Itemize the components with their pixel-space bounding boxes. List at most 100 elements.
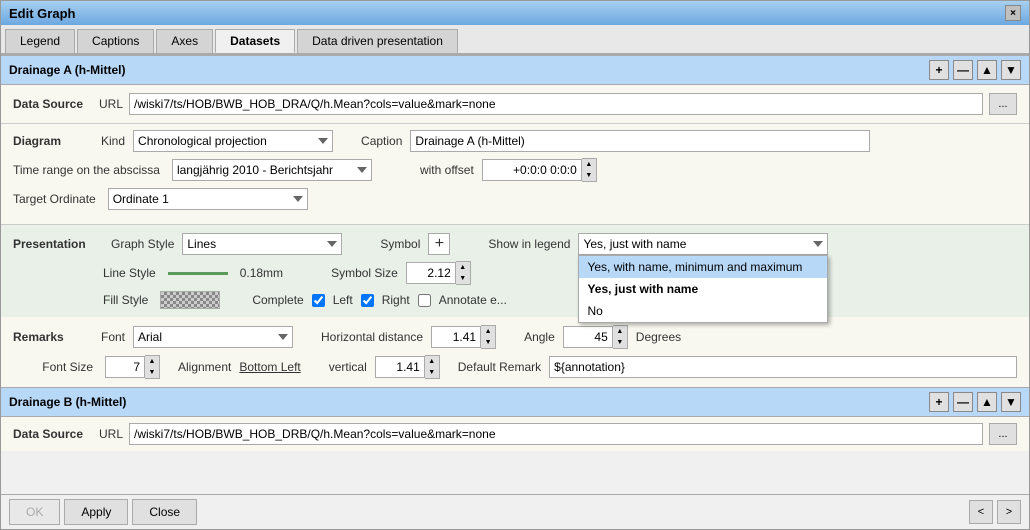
- section2-add-button[interactable]: +: [929, 392, 949, 412]
- pres-row3: Fill Style Complete Left Right Annotate …: [103, 291, 1017, 309]
- horiz-dist-up[interactable]: ▲: [481, 326, 495, 337]
- with-offset-down[interactable]: ▼: [582, 170, 596, 181]
- with-offset-up[interactable]: ▲: [582, 159, 596, 170]
- main-content: Drainage A (h-Mittel) + — ▲ ▼ Data Sourc…: [1, 55, 1029, 494]
- time-range-label: Time range on the abscissa: [13, 163, 160, 177]
- url2-browse-button[interactable]: ...: [989, 423, 1017, 445]
- symbol-size-input[interactable]: [406, 262, 456, 284]
- right-checkbox[interactable]: [418, 294, 431, 307]
- tab-legend[interactable]: Legend: [5, 29, 75, 53]
- remarks-row1: Remarks Font Arial Horizontal distance ▲…: [13, 325, 1017, 349]
- time-range-dropdown[interactable]: langjährig 2010 - Berichtsjahr: [172, 159, 372, 181]
- complete-label: Complete: [252, 293, 303, 307]
- font-dropdown-wrap: Arial: [133, 326, 293, 348]
- section2-title: Drainage B (h-Mittel): [9, 395, 126, 409]
- graph-style-dropdown[interactable]: Lines: [182, 233, 342, 255]
- next-button[interactable]: >: [997, 500, 1021, 524]
- right-label: Right: [382, 293, 410, 307]
- section1-remove-button[interactable]: —: [953, 60, 973, 80]
- font-size-down[interactable]: ▼: [145, 367, 159, 378]
- angle-down[interactable]: ▼: [613, 337, 627, 348]
- font-size-up[interactable]: ▲: [145, 356, 159, 367]
- datasource-label: Data Source: [13, 97, 93, 111]
- symbol-size-up[interactable]: ▲: [456, 262, 470, 273]
- legend-option-1[interactable]: Yes, with name, minimum and maximum: [579, 256, 827, 278]
- pres-row2: Line Style 0.18mm Symbol Size ▲ ▼: [103, 261, 1017, 285]
- section2-up-button[interactable]: ▲: [977, 392, 997, 412]
- tab-captions[interactable]: Captions: [77, 29, 154, 53]
- show-in-legend-dropdown[interactable]: Yes, just with name: [578, 233, 828, 255]
- vertical-input[interactable]: [375, 356, 425, 378]
- kind-dropdown-wrap: Chronological projection: [133, 130, 333, 152]
- font-dropdown[interactable]: Arial: [133, 326, 293, 348]
- horiz-dist-down[interactable]: ▼: [481, 337, 495, 348]
- datasource-section: Data Source URL ...: [1, 85, 1029, 124]
- with-offset-input[interactable]: [482, 159, 582, 181]
- with-offset-label: with offset: [420, 163, 474, 177]
- close-window-button[interactable]: ×: [1005, 5, 1021, 21]
- prev-button[interactable]: <: [969, 500, 993, 524]
- apply-button[interactable]: Apply: [64, 499, 128, 525]
- tab-data-driven[interactable]: Data driven presentation: [297, 29, 458, 53]
- section1-add-button[interactable]: +: [929, 60, 949, 80]
- section2-remove-button[interactable]: —: [953, 392, 973, 412]
- horizontal-distance-spinner: ▲ ▼: [481, 325, 496, 349]
- default-remark-label: Default Remark: [458, 360, 541, 374]
- font-size-wrap: ▲ ▼: [105, 355, 160, 379]
- caption-dropdown[interactable]: Drainage A (h-Mittel): [410, 130, 870, 152]
- angle-up[interactable]: ▲: [613, 326, 627, 337]
- symbol-size-wrap: ▲ ▼: [406, 261, 471, 285]
- left-checkbox[interactable]: [361, 294, 374, 307]
- section1-header: Drainage A (h-Mittel) + — ▲ ▼: [1, 55, 1029, 85]
- target-ordinate-wrap: Ordinate 1: [108, 188, 308, 210]
- annotate-label: Annotate e...: [439, 293, 507, 307]
- line-style-label: Line Style: [103, 266, 156, 280]
- section1-actions: + — ▲ ▼: [929, 60, 1021, 80]
- vertical-down[interactable]: ▼: [425, 367, 439, 378]
- pres-row1: Presentation Graph Style Lines Symbol + …: [13, 233, 1017, 255]
- url2-input[interactable]: [129, 423, 983, 445]
- title-bar: Edit Graph ×: [1, 1, 1029, 25]
- diagram-row1: Diagram Kind Chronological projection Ca…: [13, 130, 1017, 152]
- default-remark-input[interactable]: [549, 356, 1017, 378]
- section2-down-button[interactable]: ▼: [1001, 392, 1021, 412]
- show-in-legend-label: Show in legend: [488, 237, 570, 251]
- fill-style-label: Fill Style: [103, 293, 148, 307]
- symbol-size-down[interactable]: ▼: [456, 273, 470, 284]
- line-preview: [168, 272, 228, 275]
- section2-actions: + — ▲ ▼: [929, 392, 1021, 412]
- font-size-input[interactable]: [105, 356, 145, 378]
- tab-axes[interactable]: Axes: [156, 29, 213, 53]
- tab-datasets[interactable]: Datasets: [215, 29, 295, 53]
- show-in-legend-wrap: Yes, just with name Yes, with name, mini…: [578, 233, 828, 255]
- horizontal-distance-input[interactable]: [431, 326, 481, 348]
- ok-button[interactable]: OK: [9, 499, 60, 525]
- legend-option-2[interactable]: Yes, just with name: [579, 278, 827, 300]
- symbol-size-spinner: ▲ ▼: [456, 261, 471, 285]
- complete-checkbox[interactable]: [312, 294, 325, 307]
- url-browse-button[interactable]: ...: [989, 93, 1017, 115]
- url-input[interactable]: [129, 93, 983, 115]
- section1-down-button[interactable]: ▼: [1001, 60, 1021, 80]
- url2-label: URL: [99, 427, 123, 441]
- section1-up-button[interactable]: ▲: [977, 60, 997, 80]
- symbol-button[interactable]: +: [428, 233, 450, 255]
- window-title: Edit Graph: [9, 6, 75, 21]
- bottom-left: OK Apply Close: [9, 499, 197, 525]
- angle-input[interactable]: [563, 326, 613, 348]
- angle-wrap: ▲ ▼: [563, 325, 628, 349]
- remarks-section: Remarks Font Arial Horizontal distance ▲…: [1, 317, 1029, 387]
- target-ordinate-dropdown[interactable]: Ordinate 1: [108, 188, 308, 210]
- legend-option-3[interactable]: No: [579, 300, 827, 322]
- close-button[interactable]: Close: [132, 499, 197, 525]
- datasource2-row: Data Source URL ...: [1, 417, 1029, 451]
- caption-dropdown-wrap: Drainage A (h-Mittel): [410, 130, 870, 152]
- remarks-row2: Font Size ▲ ▼ Alignment Bottom Left vert…: [13, 355, 1017, 379]
- datasource2-label: Data Source: [13, 427, 93, 441]
- graph-style-wrap: Lines: [182, 233, 342, 255]
- font-size-spinner: ▲ ▼: [145, 355, 160, 379]
- kind-label: Kind: [101, 134, 125, 148]
- kind-dropdown[interactable]: Chronological projection: [133, 130, 333, 152]
- alignment-label: Alignment: [178, 360, 231, 374]
- vertical-up[interactable]: ▲: [425, 356, 439, 367]
